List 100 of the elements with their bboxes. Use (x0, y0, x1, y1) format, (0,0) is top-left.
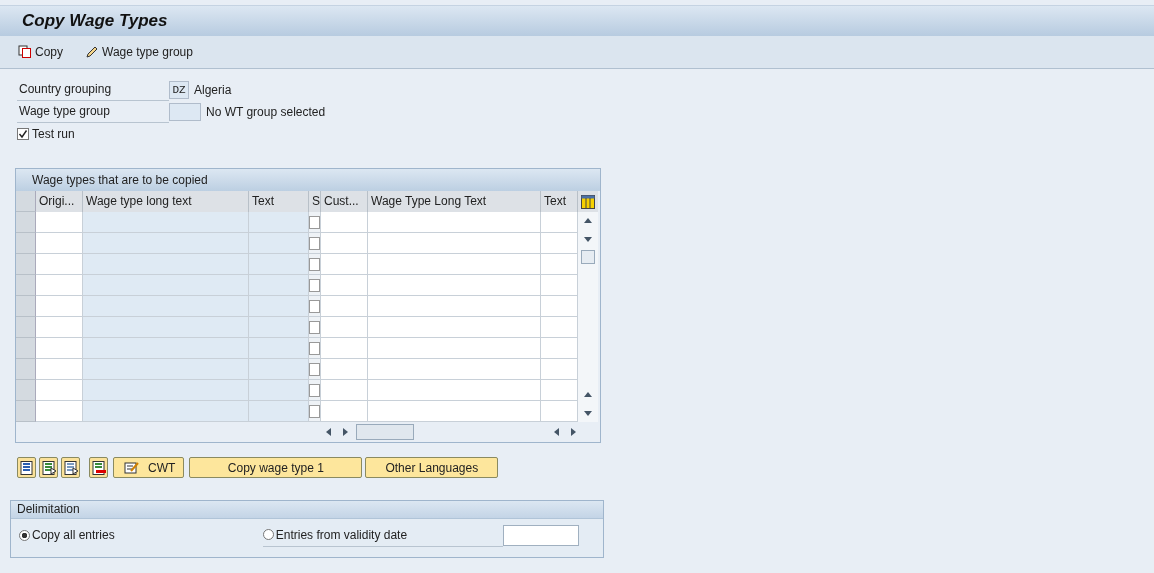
radio-label: Entries from validity date (275, 527, 408, 542)
checkbox[interactable] (309, 278, 320, 292)
checkbox[interactable] (309, 257, 320, 271)
row-selector[interactable] (16, 317, 36, 338)
table-cell[interactable] (541, 359, 578, 380)
row-selector[interactable] (16, 296, 36, 317)
table-cell[interactable] (36, 380, 83, 401)
column-header[interactable]: Text (249, 191, 309, 212)
table-cell[interactable] (321, 338, 368, 359)
table-cell[interactable] (321, 380, 368, 401)
table-cell[interactable] (368, 212, 541, 233)
table-cell[interactable] (36, 254, 83, 275)
table-cell[interactable] (321, 401, 368, 422)
table-cell[interactable] (321, 359, 368, 380)
table-cell[interactable] (541, 380, 578, 401)
radio-button[interactable] (19, 529, 30, 541)
table-cell[interactable] (36, 275, 83, 296)
table-cell[interactable] (541, 275, 578, 296)
row-selector[interactable] (16, 401, 36, 422)
scrollbar-thumb[interactable] (356, 424, 414, 440)
table-cell[interactable] (36, 212, 83, 233)
checkbox[interactable] (309, 341, 320, 355)
table-cell[interactable] (541, 212, 578, 233)
row-selector[interactable] (16, 338, 36, 359)
toolbar-button[interactable]: Copy (14, 43, 67, 61)
table-cell[interactable] (368, 233, 541, 254)
checkbox[interactable] (309, 320, 320, 334)
scroll-right-icon[interactable] (340, 427, 350, 437)
table-cell[interactable] (368, 275, 541, 296)
checkbox[interactable] (17, 128, 29, 140)
radio-button[interactable] (262, 529, 274, 540)
icon-button[interactable] (61, 457, 80, 478)
table-cell[interactable] (321, 317, 368, 338)
scroll-down-icon[interactable] (583, 408, 593, 418)
column-header[interactable]: Origi... (36, 191, 83, 212)
table-cell[interactable] (368, 254, 541, 275)
scroll-down-icon[interactable] (583, 234, 593, 244)
date-input-field[interactable] (502, 524, 579, 546)
table-cell[interactable] (321, 275, 368, 296)
checkbox[interactable] (309, 236, 320, 250)
row-selector[interactable] (16, 359, 36, 380)
table-cell[interactable] (541, 254, 578, 275)
row-selector[interactable] (16, 380, 36, 401)
table-cell[interactable] (36, 296, 83, 317)
checkbox[interactable] (309, 215, 320, 229)
action-button[interactable]: Copy wage type 1 (189, 457, 363, 478)
icon-button[interactable] (17, 457, 36, 478)
checkbox[interactable] (309, 404, 320, 418)
table-cell[interactable] (368, 359, 541, 380)
table-cell[interactable] (541, 233, 578, 254)
table-cell[interactable] (541, 401, 578, 422)
table-cell[interactable] (321, 212, 368, 233)
table-cell[interactable] (368, 401, 541, 422)
field-description: No WT group selected (206, 105, 326, 119)
edit-list-icon (122, 460, 140, 475)
icon-button[interactable] (89, 457, 108, 478)
checkbox[interactable] (309, 299, 320, 313)
window-title: Copy Wage Types (22, 11, 168, 31)
table-cell[interactable] (321, 233, 368, 254)
scroll-left-icon[interactable] (324, 427, 334, 437)
checkbox[interactable] (309, 383, 320, 397)
column-header[interactable]: Wage type long text (83, 191, 249, 212)
pencil-icon (85, 45, 99, 59)
column-header[interactable]: Cust... (321, 191, 368, 212)
action-button[interactable]: Other Languages (365, 457, 499, 478)
checkbox[interactable] (309, 362, 320, 376)
table-cell[interactable] (541, 296, 578, 317)
column-settings-icon[interactable] (578, 191, 598, 212)
table-cell[interactable] (36, 359, 83, 380)
table-cell[interactable] (36, 338, 83, 359)
scroll-up-icon[interactable] (583, 390, 593, 400)
row-selector[interactable] (16, 233, 36, 254)
scrollbar-thumb[interactable] (581, 250, 595, 264)
row-selector[interactable] (16, 275, 36, 296)
vertical-scrollbar[interactable] (578, 212, 598, 422)
row-selector[interactable] (16, 212, 36, 233)
table-cell[interactable] (368, 380, 541, 401)
table-cell[interactable] (321, 296, 368, 317)
column-header[interactable]: S (309, 191, 321, 212)
scroll-up-icon[interactable] (583, 216, 593, 226)
table-cell[interactable] (368, 338, 541, 359)
input-field[interactable] (169, 103, 201, 121)
table-cell[interactable] (36, 233, 83, 254)
table-cell[interactable] (36, 317, 83, 338)
table-cell[interactable] (368, 317, 541, 338)
column-header[interactable]: Text (541, 191, 578, 212)
action-button[interactable]: CWT (113, 457, 185, 478)
icon-button[interactable] (39, 457, 58, 478)
column-header[interactable]: Wage Type Long Text (368, 191, 541, 212)
input-field[interactable]: DZ (169, 81, 189, 99)
table-cell[interactable] (541, 317, 578, 338)
scroll-left-icon[interactable] (552, 427, 562, 437)
table-cell[interactable] (321, 254, 368, 275)
select-all-corner[interactable] (16, 191, 36, 212)
scroll-right-icon[interactable] (568, 427, 578, 437)
row-selector[interactable] (16, 254, 36, 275)
toolbar-button[interactable]: Wage type group (81, 43, 197, 61)
table-cell[interactable] (368, 296, 541, 317)
table-cell[interactable] (36, 401, 83, 422)
table-cell[interactable] (541, 338, 578, 359)
